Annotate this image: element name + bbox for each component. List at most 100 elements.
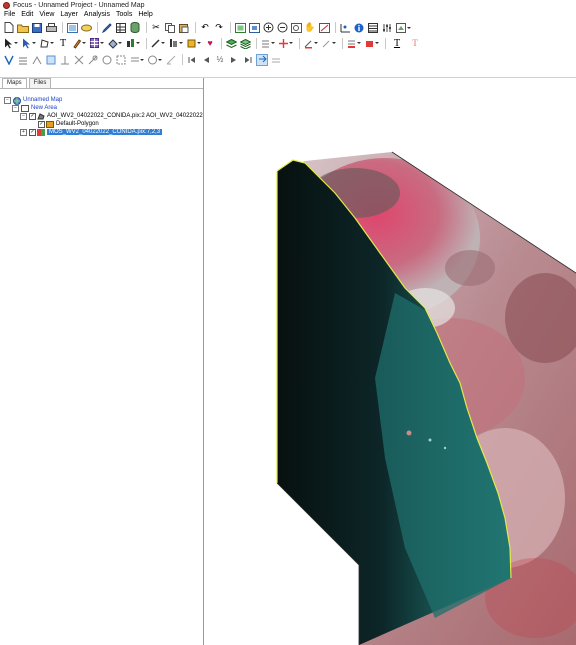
copy-icon[interactable] [164, 22, 176, 34]
new-file-icon[interactable] [3, 22, 15, 34]
menu-analysis[interactable]: Analysis [84, 11, 110, 18]
info-icon[interactable] [353, 22, 365, 34]
first-frame-icon[interactable] [186, 54, 198, 66]
edit-toolbar: T ♥ T T [0, 36, 576, 51]
text-shadow-icon[interactable]: T [407, 38, 423, 50]
heart-icon[interactable]: ♥ [204, 38, 216, 50]
extra-icon[interactable] [270, 54, 282, 66]
menu-file[interactable]: File [4, 11, 15, 18]
toolbar-separator [221, 38, 222, 49]
text-icon[interactable]: T [57, 38, 69, 50]
tool-g-icon[interactable] [87, 54, 99, 66]
tool-i-icon[interactable] [115, 54, 127, 66]
zoom-extent-icon[interactable] [234, 22, 246, 34]
clock-icon[interactable] [147, 54, 163, 66]
tree-row-map[interactable]: − Unnamed Map [4, 96, 62, 105]
menu-layer[interactable]: Layer [60, 11, 78, 18]
tree-row-aoi-layer[interactable]: − ✓ AOI_WV2_04022022_CONIDA.pix:2 AOI_WV… [20, 112, 203, 120]
polygon-icon[interactable] [39, 38, 55, 50]
open-folder-icon[interactable] [17, 22, 29, 34]
toolbar-separator [146, 22, 147, 33]
tool-h-icon[interactable] [101, 54, 113, 66]
area-icon [21, 104, 29, 112]
toolbar-separator [299, 38, 300, 49]
polygon-style-name: Default-Polygon [56, 121, 99, 127]
attributes-icon[interactable] [367, 22, 379, 34]
font-size-icon[interactable] [364, 38, 380, 50]
crosshair-icon[interactable] [278, 38, 294, 50]
tool-b-icon[interactable] [17, 54, 29, 66]
fill-icon[interactable] [107, 38, 123, 50]
undo-icon[interactable]: ↶ [199, 22, 211, 34]
paste-icon[interactable] [178, 22, 190, 34]
text-color-icon[interactable] [346, 38, 362, 50]
tool-j-icon[interactable] [129, 54, 145, 66]
polygon-style-icon [46, 120, 54, 128]
last-frame-icon[interactable] [242, 54, 254, 66]
coordinates-icon[interactable] [339, 22, 351, 34]
style-checkbox[interactable]: ✓ [38, 120, 45, 128]
satellite-mosaic [276, 151, 576, 645]
view-icon[interactable] [66, 22, 78, 34]
raster-layer-name: MOS_WV2_04022022_CONIDA.pix:7,2,3 [47, 129, 163, 135]
pencil-icon[interactable] [101, 22, 113, 34]
image-options-icon[interactable] [395, 22, 411, 34]
color-fill-icon[interactable] [186, 38, 202, 50]
fit-icon[interactable] [318, 22, 330, 34]
symbol-icon[interactable] [125, 38, 141, 50]
fill-color-icon[interactable] [321, 38, 337, 50]
layer-style-icon[interactable] [168, 38, 184, 50]
tree-row-area[interactable]: − New Area [12, 104, 57, 112]
menu-tools[interactable]: Tools [116, 11, 132, 18]
tab-files[interactable]: Files [28, 78, 52, 88]
line-style-icon[interactable] [150, 38, 166, 50]
link-icon[interactable] [80, 22, 92, 34]
line-color-icon[interactable] [303, 38, 319, 50]
text-style-icon[interactable]: T [389, 38, 405, 50]
map-view[interactable] [205, 78, 576, 645]
tool-a-icon[interactable] [3, 54, 15, 66]
brush-icon[interactable] [71, 38, 87, 50]
tool-f-icon[interactable] [73, 54, 85, 66]
menu-bar: File Edit View Layer Analysis Tools Help [0, 10, 576, 19]
redo-icon[interactable]: ↷ [213, 22, 225, 34]
cylinder-icon[interactable] [129, 22, 141, 34]
menu-help[interactable]: Help [138, 11, 152, 18]
menu-edit[interactable]: Edit [21, 11, 33, 18]
tool-c-icon[interactable] [31, 54, 43, 66]
measure-icon[interactable] [165, 54, 177, 66]
table-icon[interactable] [115, 22, 127, 34]
menu-view[interactable]: View [39, 11, 54, 18]
toolbar-separator [385, 38, 386, 49]
layer-stack-icon[interactable] [225, 38, 237, 50]
zoom-out-icon[interactable] [276, 22, 288, 34]
collapse-icon[interactable]: − [20, 112, 27, 120]
raster-visibility-checkbox[interactable]: ✓ [29, 128, 36, 136]
zoom-in-icon[interactable] [262, 22, 274, 34]
sync-icon[interactable] [256, 53, 268, 66]
prev-frame-icon[interactable] [200, 54, 212, 66]
print-icon[interactable] [45, 22, 57, 34]
select-arrow-icon[interactable] [3, 38, 19, 50]
grid-icon[interactable] [89, 38, 105, 50]
edit-node-icon[interactable] [21, 38, 37, 50]
tool-e-icon[interactable] [59, 54, 71, 66]
pan-hand-icon[interactable]: ✋ [304, 22, 316, 34]
collapse-icon[interactable]: − [4, 96, 11, 104]
cut-icon[interactable]: ✂ [150, 22, 162, 34]
save-icon[interactable] [31, 22, 43, 34]
layer-visibility-checkbox[interactable]: ✓ [29, 112, 36, 120]
expand-icon[interactable]: + [20, 128, 27, 136]
tree-row-polygon-style[interactable]: ✓ Default-Polygon [38, 120, 99, 128]
tab-maps[interactable]: Maps [2, 78, 27, 88]
zoom-box-icon[interactable] [290, 22, 302, 34]
layer-edit-icon[interactable] [260, 38, 276, 50]
collapse-icon[interactable]: − [12, 104, 19, 112]
play-icon[interactable] [228, 54, 240, 66]
tree-row-raster-layer[interactable]: + ✓ MOS_WV2_04022022_CONIDA.pix:7,2,3 [20, 128, 163, 136]
tool-d-icon[interactable] [45, 54, 57, 66]
layer-group-icon[interactable] [239, 38, 251, 50]
frame-ratio-icon[interactable]: ½ [214, 54, 226, 66]
properties-icon[interactable] [381, 22, 393, 34]
zoom-layer-icon[interactable] [248, 22, 260, 34]
